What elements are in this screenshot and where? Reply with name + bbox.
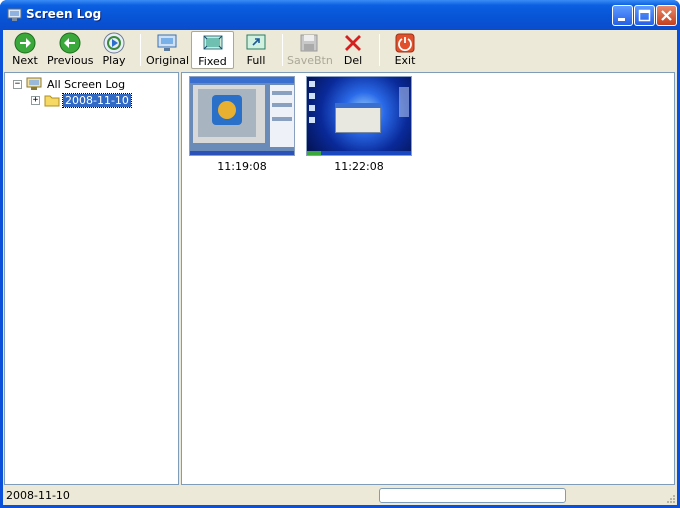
play-button[interactable]: Play: [97, 31, 131, 69]
minimize-button[interactable]: [612, 5, 633, 26]
previous-button[interactable]: Previous: [47, 31, 94, 69]
thumbnail-item[interactable]: 11:19:08: [189, 76, 295, 173]
save-button[interactable]: SaveBtn: [287, 31, 333, 69]
play-icon: [103, 32, 125, 54]
fixed-button[interactable]: Fixed: [191, 31, 234, 69]
full-label: Full: [246, 54, 266, 67]
status-text: 2008-11-10: [6, 489, 70, 502]
original-label: Original: [146, 54, 190, 67]
folder-icon: [44, 95, 60, 107]
thumbnail-item[interactable]: 11:22:08: [306, 76, 412, 173]
floppy-disk-icon: [300, 34, 318, 52]
screenshot-thumbnail[interactable]: [306, 76, 412, 156]
monitor-fixed-icon: [203, 35, 222, 50]
arrow-left-icon: [59, 32, 81, 54]
collapse-toggle-icon[interactable]: −: [13, 79, 22, 89]
thumbnail-view[interactable]: 11:19:08 11:22:08: [181, 72, 675, 485]
del-label: Del: [343, 54, 363, 67]
thumbnail-time: 11:19:08: [217, 160, 267, 173]
full-button[interactable]: Full: [239, 31, 273, 69]
status-bar: 2008-11-10: [3, 486, 677, 505]
tree-date-label: 2008-11-10: [62, 92, 132, 108]
client-area: Next Previous Play Original Fixed Full S…: [3, 30, 677, 505]
fixed-label: Fixed: [198, 55, 227, 68]
toolbar-separator: [282, 34, 283, 66]
minimize-icon: [618, 18, 625, 21]
screen-log-icon: [26, 77, 42, 90]
save-label: SaveBtn: [287, 54, 333, 67]
arrow-right-icon: [14, 32, 36, 54]
expand-toggle-icon[interactable]: +: [31, 95, 40, 105]
tree-root-label: All Screen Log: [47, 77, 126, 91]
app-icon: [7, 8, 22, 21]
fullscreen-icon: [246, 34, 266, 50]
monitor-original-icon: [157, 34, 177, 51]
folder-tree[interactable]: − All Screen Log + 2008-11-10: [4, 72, 179, 485]
next-label: Next: [12, 54, 38, 67]
delete-button[interactable]: Del: [337, 31, 369, 69]
tree-item-date[interactable]: + 2008-11-10: [31, 92, 132, 108]
original-button[interactable]: Original: [146, 31, 190, 69]
next-button[interactable]: Next: [7, 31, 43, 69]
close-button[interactable]: [656, 5, 677, 26]
resize-grip-icon[interactable]: [665, 493, 675, 503]
power-icon: [395, 33, 415, 53]
tree-item-root[interactable]: − All Screen Log: [13, 76, 127, 92]
maximize-button[interactable]: [634, 5, 655, 26]
toolbar: Next Previous Play Original Fixed Full S…: [3, 30, 677, 70]
maximize-icon: [638, 9, 651, 22]
screenshot-thumbnail[interactable]: [189, 76, 295, 156]
progress-bar: [379, 488, 566, 503]
toolbar-separator: [140, 34, 141, 66]
play-label: Play: [102, 54, 126, 67]
delete-x-icon: [345, 35, 361, 51]
app-window: Screen Log Next Previous Play Original F…: [0, 0, 680, 508]
close-icon: [661, 10, 672, 21]
thumbnail-time: 11:22:08: [334, 160, 384, 173]
previous-label: Previous: [47, 54, 94, 67]
window-title: Screen Log: [26, 7, 102, 21]
exit-label: Exit: [394, 54, 416, 67]
title-bar[interactable]: Screen Log: [0, 0, 680, 30]
toolbar-separator: [379, 34, 380, 66]
exit-button[interactable]: Exit: [389, 31, 421, 69]
